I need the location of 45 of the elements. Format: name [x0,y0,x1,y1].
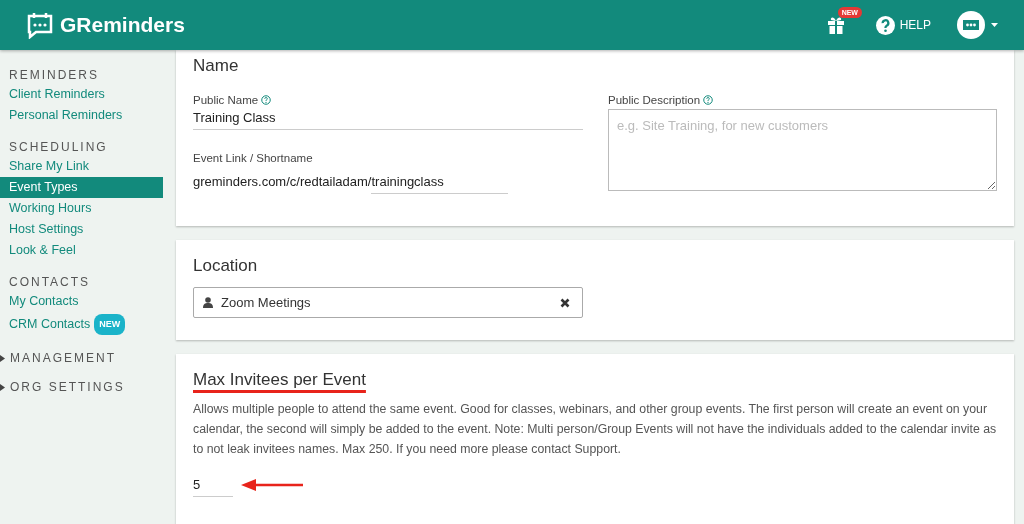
gift-icon[interactable] [825,15,846,35]
card-title: Max Invitees per Event [193,370,366,390]
clear-button[interactable] [560,297,570,308]
description-text: Allows multiple people to attend the same event. Good for classes, webinars, and other group events. The first person will create an event on your calendar, the second will simply be added to the event. Note: Multi person/Group Events will not have the individuals added to the calendar invite as to not leak invitees names. Max 250. If you need more please contact Support. [193,401,997,458]
caret-icon [991,23,998,27]
sidebar-group[interactable]: MANAGEMENT [0,351,163,365]
sidebar-item[interactable]: Working Hours [0,198,163,219]
help-icon[interactable] [261,95,272,105]
sidebar-item[interactable]: CRM Contacts NEW [0,312,163,337]
person-icon [203,297,213,308]
section-heading: REMINDERS [8,68,100,82]
avatar-icon [957,11,985,39]
max-invitees-field[interactable]: 5 [193,473,233,497]
section-heading: SCHEDULING [8,140,109,154]
brand-logo[interactable]: GReminders [26,11,185,39]
help-link[interactable]: HELP [875,15,931,35]
question-icon [875,15,895,35]
public-name-field[interactable]: Training Class [193,106,583,130]
sidebar-item[interactable]: Share My Link [0,156,163,177]
sidebar-item[interactable]: Event Types [0,177,163,198]
section-heading: CONTACTS [8,275,92,289]
card-title: Location [193,256,259,276]
caret-icon [0,383,6,391]
sidebar-item[interactable]: My Contacts [0,291,163,312]
account-menu-button[interactable] [957,11,998,39]
field-label: Public Name [193,94,583,106]
sidebar-item[interactable]: Host Settings [0,219,163,240]
sidebar-item[interactable]: Look & Feel [0,240,163,261]
sidebar-item[interactable]: Personal Reminders [0,105,163,126]
calendar-chat-icon [26,11,54,39]
field-label: Public Description [608,94,997,106]
shortname-field[interactable]: trainingclass [371,170,509,194]
location-select[interactable]: Zoom Meetings [193,287,583,318]
selected-value: Zoom Meetings [221,295,312,310]
new-badge: NEW [94,314,126,335]
description-field[interactable]: e.g. Site Training, for new customers [608,109,997,191]
arrow-annotation [241,479,303,491]
help-icon[interactable] [703,95,714,105]
link-prefix: greminders.com/c/redtailadam/ [193,174,372,191]
caret-icon [0,354,6,362]
sidebar-item[interactable]: Client Reminders [0,84,163,105]
close-icon [560,297,570,308]
field-label: Event Link / Shortname [193,152,314,164]
sidebar-group[interactable]: ORG SETTINGS [0,380,163,394]
card-title: Name [193,56,240,76]
